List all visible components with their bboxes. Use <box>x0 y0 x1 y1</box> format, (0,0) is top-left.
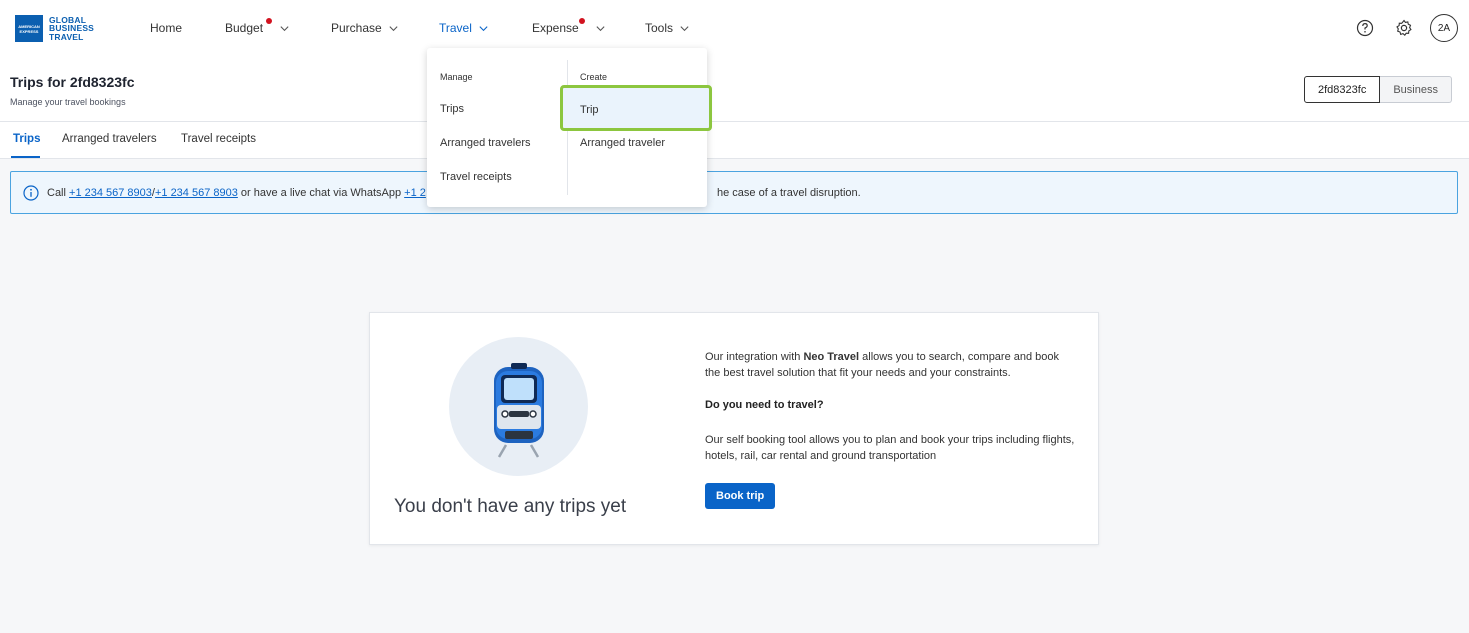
segment-business[interactable]: Business <box>1380 76 1452 103</box>
top-nav-bar: AMERICAN EXPRESS GLOBAL BUSINESS TRAVEL … <box>0 0 1469 56</box>
logo-wordmark: GLOBAL BUSINESS TRAVEL <box>49 16 94 42</box>
banner-message-tail: he case of a travel disruption. <box>717 187 861 199</box>
nav-home-label: Home <box>150 21 183 35</box>
banner-message: Call +1 234 567 8903/+1 234 567 8903 or … <box>47 187 426 199</box>
page-header: Trips for 2fd8323fc Manage your travel b… <box>0 56 1469 122</box>
page-title: Trips for 2fd8323fc <box>10 74 135 90</box>
chevron-down-icon <box>680 25 689 31</box>
dropdown-manage-header: Manage <box>440 72 473 82</box>
empty-trips-card: You don't have any trips yet Our integra… <box>369 312 1099 545</box>
neo-travel-name: Neo Travel <box>803 351 860 363</box>
active-tab-indicator <box>11 156 40 158</box>
nav-travel-label: Travel <box>439 21 472 35</box>
logo-mark: AMERICAN EXPRESS <box>15 15 43 42</box>
booking-tool-description: Our self booking tool allows you to plan… <box>705 434 1075 462</box>
notification-dot <box>266 18 272 24</box>
help-icon[interactable] <box>1355 18 1375 38</box>
chevron-down-icon <box>280 25 289 31</box>
nav-budget[interactable]: Budget <box>225 18 290 36</box>
nav-tools-label: Tools <box>645 21 674 35</box>
tab-travel-receipts[interactable]: Travel receipts <box>181 133 256 145</box>
nav-home[interactable]: Home <box>150 20 182 36</box>
train-icon <box>494 363 544 458</box>
nav-purchase[interactable]: Purchase <box>331 20 399 36</box>
desc-text: Our integration with <box>705 351 804 363</box>
menu-item-create-trip[interactable]: Trip <box>560 85 712 131</box>
train-illustration <box>449 337 588 476</box>
account-switcher: 2fd8323fc Business <box>1304 76 1452 103</box>
dropdown-create-header: Create <box>580 72 608 82</box>
nav-expense[interactable]: Expense <box>532 18 606 36</box>
chevron-down-icon <box>596 25 605 31</box>
whatsapp-link[interactable]: +1 2 <box>404 187 426 199</box>
menu-item-travel-receipts[interactable]: Travel receipts <box>440 171 512 183</box>
integration-description: Our integration with Neo Travel allows y… <box>705 349 1075 381</box>
menu-item-arranged-travelers[interactable]: Arranged travelers <box>440 137 531 149</box>
nav-budget-label: Budget <box>225 21 264 35</box>
banner-text-part: or have a live chat via WhatsApp <box>237 187 405 199</box>
menu-item-trips[interactable]: Trips <box>440 103 464 115</box>
nav-expense-label: Expense <box>532 21 579 35</box>
info-banner: Call +1 234 567 8903/+1 234 567 8903 or … <box>10 171 1458 214</box>
page-subtitle: Manage your travel bookings <box>10 97 126 107</box>
nav-purchase-label: Purchase <box>331 21 382 35</box>
chevron-down-icon <box>389 25 398 31</box>
amex-gbt-logo[interactable]: AMERICAN EXPRESS GLOBAL BUSINESS TRAVEL <box>15 15 94 42</box>
phone-link[interactable]: +1 234 567 8903 <box>69 187 152 199</box>
logo-word: TRAVEL <box>49 31 84 42</box>
banner-text-part: Call <box>47 187 70 199</box>
travel-question: Do you need to travel? <box>705 399 824 411</box>
notification-dot <box>579 18 585 24</box>
segment-account[interactable]: 2fd8323fc <box>1304 76 1381 103</box>
nav-travel[interactable]: Travel <box>439 20 489 36</box>
avatar[interactable]: 2A <box>1430 14 1458 42</box>
logo-mark-line: EXPRESS <box>19 28 39 34</box>
menu-item-create-trip-label: Trip <box>580 104 599 116</box>
book-trip-button[interactable]: Book trip <box>705 483 776 509</box>
phone-link[interactable]: +1 234 567 8903 <box>155 187 238 199</box>
tab-arranged-travelers[interactable]: Arranged travelers <box>62 133 157 145</box>
empty-state-title: You don't have any trips yet <box>394 496 627 517</box>
info-icon <box>23 185 39 201</box>
tab-bar: Trips Arranged travelers Travel receipts <box>0 122 1469 159</box>
chevron-down-icon <box>479 25 488 31</box>
nav-tools[interactable]: Tools <box>645 20 690 36</box>
tab-trips[interactable]: Trips <box>13 133 40 145</box>
gear-icon[interactable] <box>1394 18 1414 38</box>
menu-item-create-arranged-traveler[interactable]: Arranged traveler <box>580 137 665 149</box>
